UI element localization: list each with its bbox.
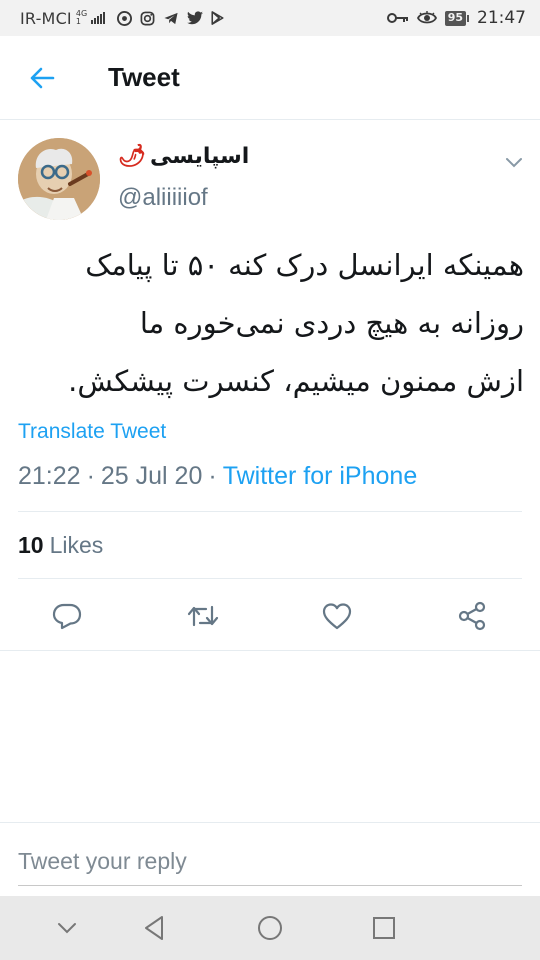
status-clock: 21:47	[477, 8, 526, 28]
author-handle[interactable]: @aliiiiiof	[118, 184, 208, 212]
avatar[interactable]	[18, 138, 100, 220]
divider	[18, 578, 522, 579]
tweet-time: 21:22	[18, 462, 81, 490]
nav-home-button[interactable]	[250, 908, 290, 948]
notification-icons	[117, 10, 224, 26]
likes-row[interactable]: 10 Likes	[18, 532, 103, 559]
divider	[0, 822, 540, 823]
meta-separator: ·	[208, 462, 217, 490]
display-name[interactable]: اسپایسی 🌶	[118, 144, 249, 169]
tweet-text-line: ازش ممنون میشیم، کنسرت پیشکش.	[68, 364, 524, 398]
tweet-actions	[0, 590, 540, 640]
reply-input[interactable]	[18, 838, 522, 886]
collapse-button[interactable]	[47, 908, 87, 948]
avatar-image	[18, 138, 100, 220]
back-triangle-icon	[145, 916, 163, 940]
status-right: 95 21:47	[386, 8, 526, 28]
signal-icon	[91, 12, 106, 24]
likes-count: 10	[18, 532, 44, 558]
divider	[18, 511, 522, 512]
like-icon	[322, 603, 352, 630]
author-name: اسپایسی	[149, 144, 250, 169]
reply-icon	[52, 603, 82, 630]
chili-emoji: 🌶	[118, 144, 146, 169]
twitter-icon	[187, 11, 204, 25]
app-bar: Tweet	[0, 36, 540, 120]
reply-button[interactable]	[47, 596, 87, 636]
tweet-text-line: همینکه ایرانسل درک کنه ۵۰ تا پیامک	[85, 248, 524, 282]
translate-tweet-link[interactable]: Translate Tweet	[18, 420, 166, 444]
tweet-meta: 21:22 · 25 Jul 20 · Twitter for iPhone	[18, 462, 417, 491]
back-button[interactable]	[20, 56, 64, 100]
chrome-icon	[117, 10, 133, 26]
page-title: Tweet	[108, 62, 180, 92]
tweet-source-link[interactable]: Twitter for iPhone	[223, 462, 418, 491]
collapse-icon	[58, 923, 76, 934]
battery-level: 95	[444, 10, 466, 26]
nav-back-button[interactable]	[134, 908, 174, 948]
network-sub-label: 1	[75, 17, 81, 26]
instagram-icon	[140, 11, 155, 25]
battery-icon: 95	[444, 10, 469, 26]
eye-icon	[416, 11, 437, 24]
like-button[interactable]	[317, 596, 357, 636]
status-bar: IR-MCI 4G 1 95 21:47	[0, 0, 540, 36]
tweet-date: 25 Jul 20	[100, 462, 203, 490]
play-store-icon	[211, 11, 224, 25]
recents-square-icon	[373, 917, 395, 939]
arrow-left-icon	[30, 67, 55, 88]
network-type: 4G 1	[76, 10, 87, 26]
nav-recents-button[interactable]	[364, 908, 404, 948]
chevron-down-icon	[506, 158, 522, 168]
retweet-button[interactable]	[183, 596, 223, 636]
meta-separator: ·	[86, 462, 95, 490]
tweet-options-button[interactable]	[500, 148, 528, 176]
share-button[interactable]	[452, 596, 492, 636]
tweet-text-line: روزانه به هیچ دردی نمی‌خوره ما	[139, 306, 524, 340]
home-circle-icon	[258, 916, 282, 940]
retweet-icon	[187, 605, 219, 627]
key-icon	[386, 13, 408, 23]
telegram-icon	[164, 12, 178, 24]
tweet-text: همینکه ایرانسل درک کنه ۵۰ تا پیامک روزان…	[18, 236, 524, 410]
divider	[0, 650, 540, 651]
share-icon	[458, 601, 486, 631]
likes-label: Likes	[49, 532, 104, 558]
status-left: IR-MCI 4G 1	[20, 9, 387, 28]
carrier-label: IR-MCI	[20, 8, 72, 28]
system-nav-bar	[0, 896, 540, 960]
